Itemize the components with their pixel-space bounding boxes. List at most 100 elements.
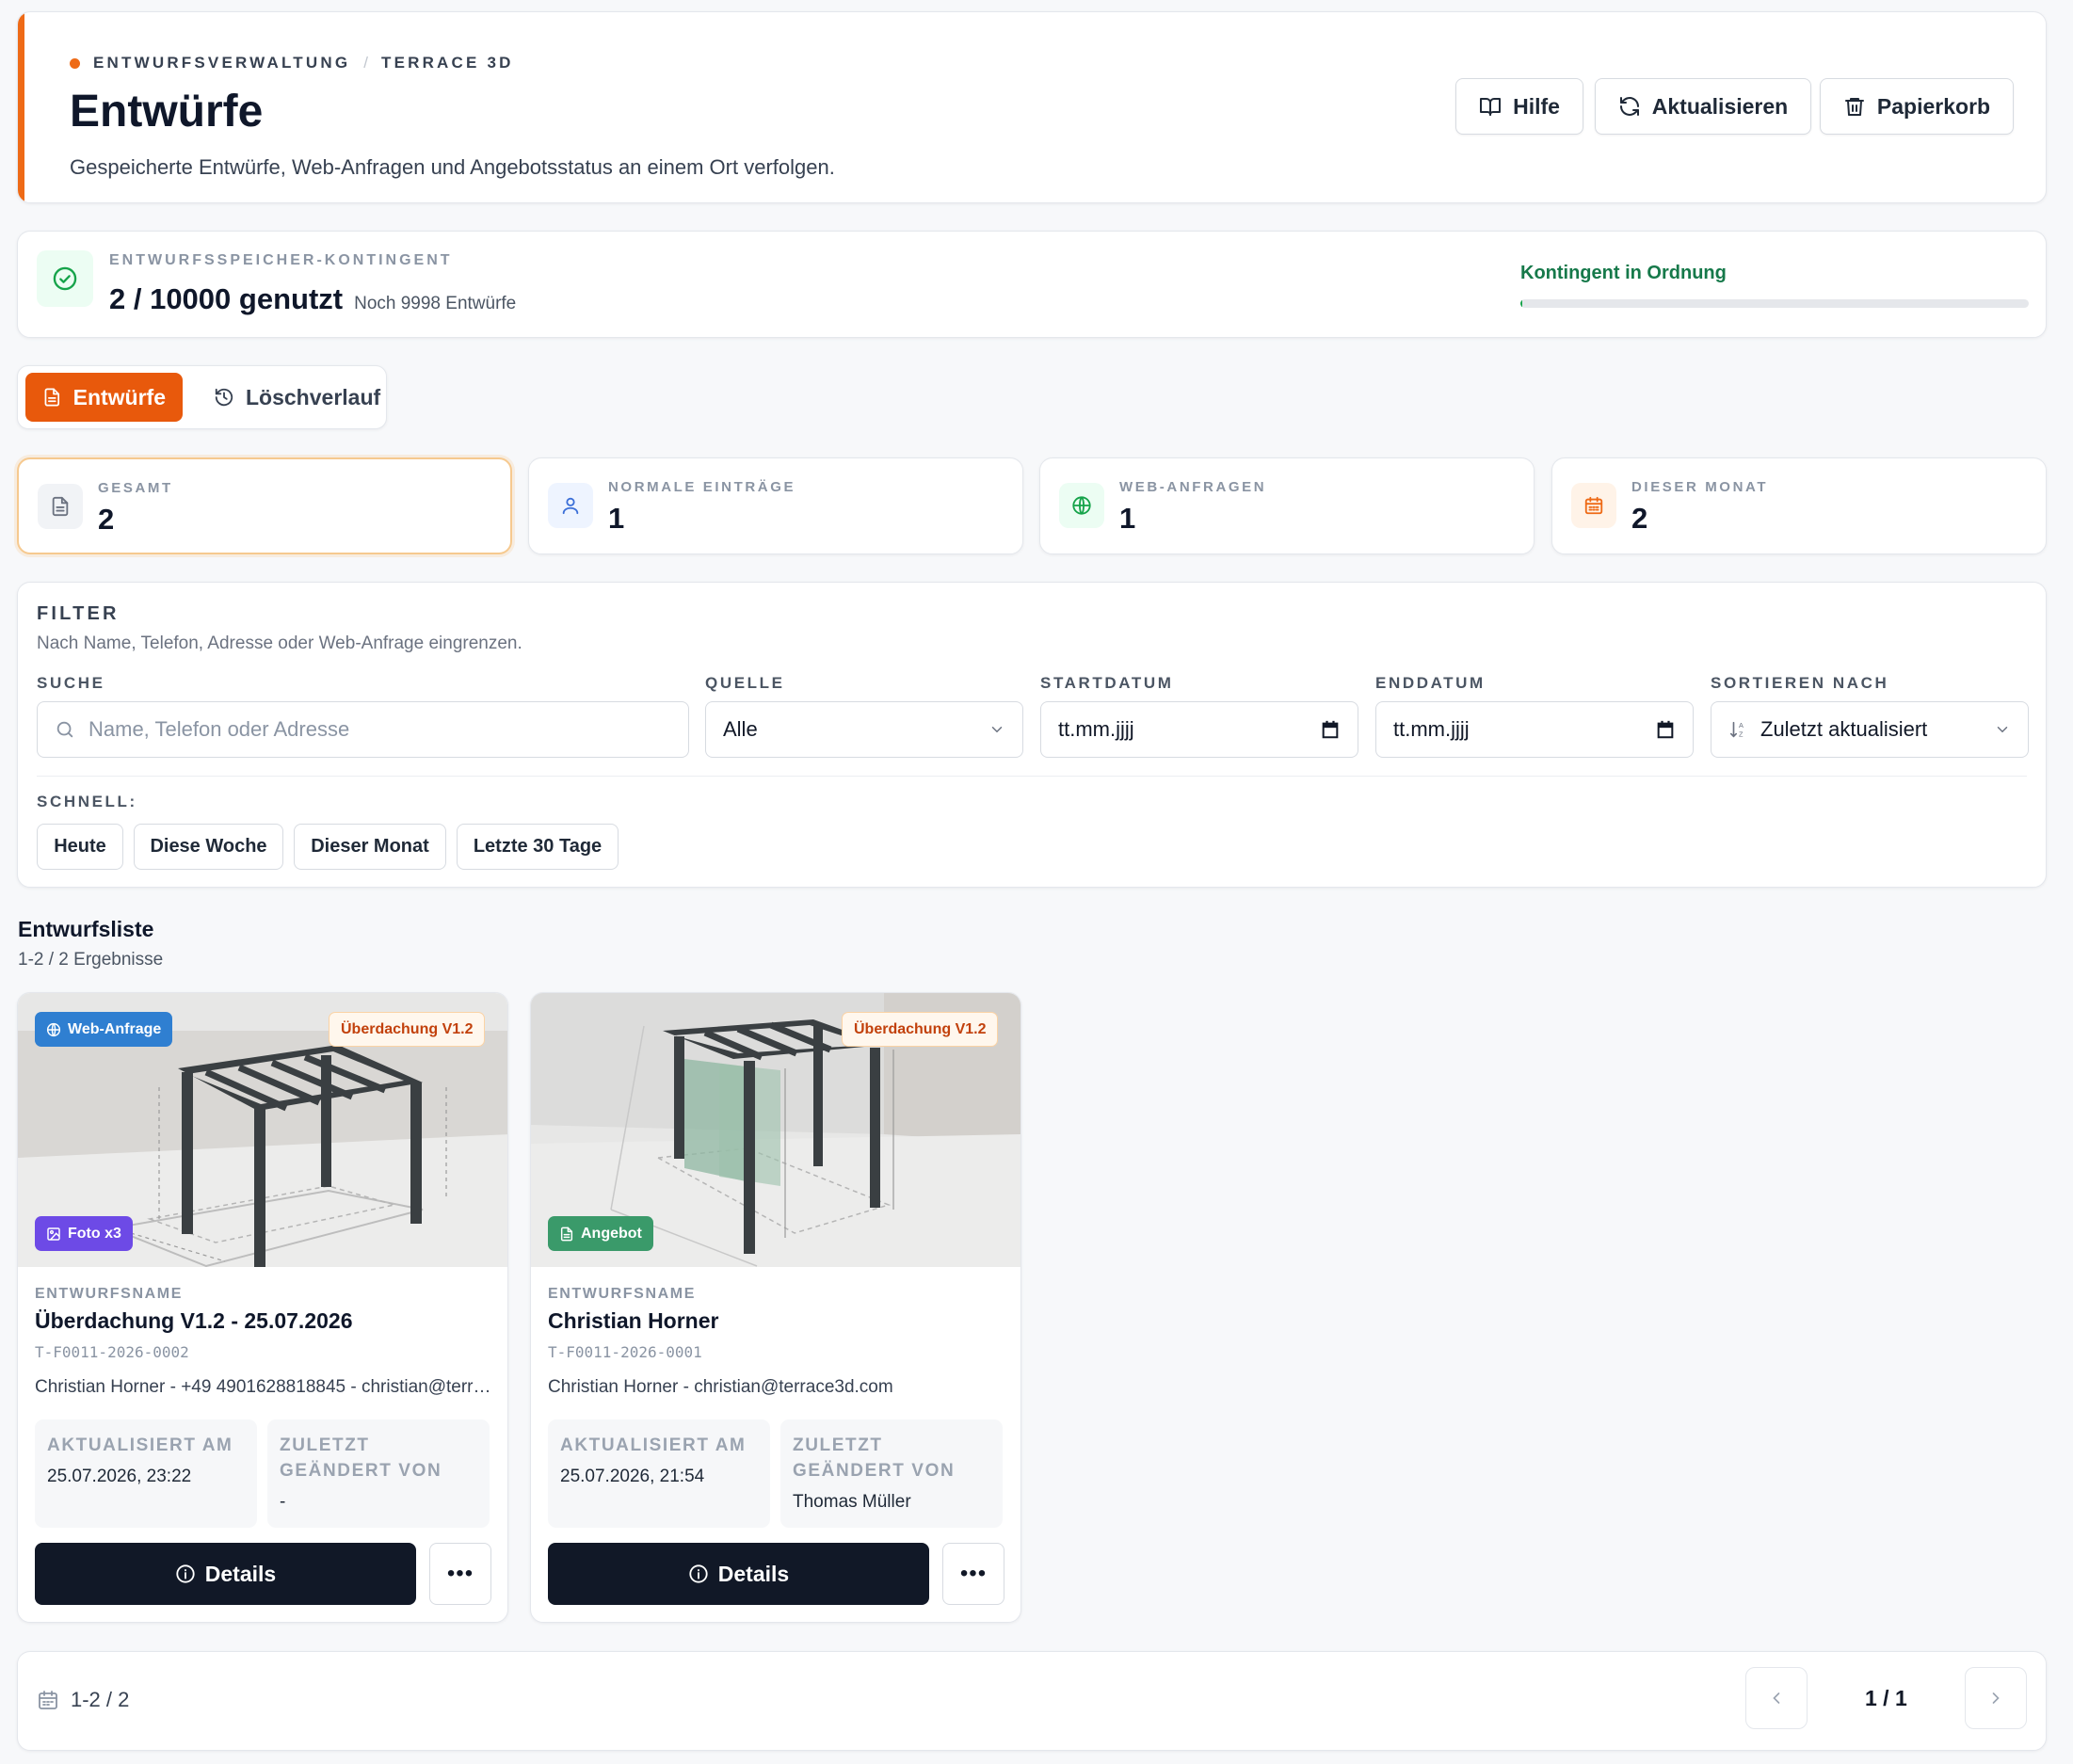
pagination-range: 1-2 / 2 [37,1688,129,1712]
filter-subtitle: Nach Name, Telefon, Adresse oder Web-Anf… [37,633,522,653]
quota-panel: ENTWURFSSPEICHER-KONTINGENT 2 / 10000 ge… [17,231,2047,338]
changed-by-value: - [280,1492,286,1512]
list-title: Entwurfsliste [18,917,154,941]
sort-icon: AZ [1729,721,1744,738]
calendar-icon[interactable] [1655,719,1676,740]
calendar-icon [1571,483,1616,528]
search-input[interactable]: Name, Telefon oder Adresse [37,701,689,758]
breadcrumb-item-terrace: TERRACE 3D [380,54,514,72]
search-placeholder: Name, Telefon oder Adresse [88,717,350,741]
calendar-icon [39,1691,57,1709]
stat-value: 1 [1119,502,1136,535]
quick-filter-this-month[interactable]: Dieser Monat [294,824,446,870]
refresh-button[interactable]: Aktualisieren [1595,78,1811,135]
offer-badge[interactable]: Angebot [548,1216,653,1251]
photo-badge-label: Foto x3 [68,1225,121,1242]
updated-at-box: AKTUALISIERT AM 25.07.2026, 23:22 [35,1419,257,1528]
draft-card[interactable]: Web-Anfrage Überdachung V1.2 Foto x3 ENT… [17,992,508,1623]
filter-divider [37,776,2027,777]
prev-page-button[interactable] [1745,1667,1808,1729]
updated-at-label: AKTUALISIERT AM [560,1435,747,1455]
details-button[interactable]: Details [35,1543,416,1605]
filter-title: FILTER [37,603,120,624]
more-options-button[interactable]: ••• [942,1543,1004,1605]
draft-contact: Christian Horner - +49 4901628818845 - c… [35,1377,492,1397]
trash-icon [1844,98,1864,116]
tab-drafts-label: Entwürfe [72,384,166,409]
trash-button-label: Papierkorb [1876,93,1991,119]
draft-name: Überdachung V1.2 - 25.07.2026 [35,1308,353,1333]
page-indicator: 1 / 1 [1865,1686,1907,1710]
stat-label: WEB-ANFRAGEN [1119,479,1267,495]
trash-button[interactable]: Papierkorb [1820,78,2014,135]
help-button[interactable]: Hilfe [1455,78,1583,135]
draft-contact: Christian Horner - christian@terrace3d.c… [548,1377,893,1397]
photo-badge[interactable]: Foto x3 [35,1216,133,1251]
stat-card-normal[interactable]: NORMALE EINTRÄGE 1 [528,457,1023,554]
help-button-label: Hilfe [1513,93,1560,119]
draft-name-label: ENTWURFSNAME [548,1286,696,1302]
globe-icon [46,1022,61,1036]
quota-progress-bar [1520,299,2029,308]
stat-value: 2 [1631,502,1648,535]
stat-card-web[interactable]: WEB-ANFRAGEN 1 [1039,457,1535,554]
refresh-button-label: Aktualisieren [1651,93,1789,119]
document-icon [44,388,60,407]
svg-text:A: A [1739,721,1744,730]
quick-filter-last-30-days[interactable]: Letzte 30 Tage [457,824,619,870]
tab-drafts[interactable]: Entwürfe [25,373,183,422]
calendar-icon[interactable] [1320,719,1341,740]
updated-at-value: 25.07.2026, 23:22 [47,1467,192,1486]
model-badge: Überdachung V1.2 [329,1012,486,1047]
pagination-bar: 1-2 / 2 1 / 1 [17,1651,2047,1751]
updated-at-label: AKTUALISIERT AM [47,1435,233,1455]
changed-by-label: ZULETZT GEÄNDERT VON [280,1435,442,1481]
details-button-label: Details [717,1561,790,1586]
stat-card-month[interactable]: DIESER MONAT 2 [1551,457,2047,554]
details-button-label: Details [204,1561,277,1586]
offer-badge-label: Angebot [581,1225,642,1242]
draft-card[interactable]: Überdachung V1.2 Angebot ENTWURFSNAME Ch… [530,992,1021,1623]
source-select[interactable]: Alle [705,701,1023,758]
details-button[interactable]: Details [548,1543,929,1605]
changed-by-box: ZULETZT GEÄNDERT VON - [267,1419,490,1528]
info-icon [689,1564,708,1583]
next-page-button[interactable] [1965,1667,2027,1729]
pagination-range-text: 1-2 / 2 [71,1688,130,1711]
stat-card-total[interactable]: GESAMT 2 [17,457,512,554]
end-date-placeholder: tt.mm.jjjj [1393,717,1470,741]
tab-delete-history[interactable]: Löschverlauf [197,373,397,422]
history-icon [215,388,233,407]
changed-by-box: ZULETZT GEÄNDERT VON Thomas Müller [780,1419,1003,1528]
quick-filter-this-week[interactable]: Diese Woche [134,824,283,870]
quota-label: ENTWURFSSPEICHER-KONTINGENT [109,252,453,268]
updated-at-value: 25.07.2026, 21:54 [560,1467,705,1486]
quick-filter-today[interactable]: Heute [37,824,123,870]
breadcrumb-separator: / [363,54,368,72]
stat-value: 1 [608,502,625,535]
more-options-button[interactable]: ••• [429,1543,491,1605]
sort-select-value: Zuletzt aktualisiert [1760,717,1928,741]
chevron-down-icon [991,727,1003,733]
user-icon [548,483,593,528]
updated-at-box: AKTUALISIERT AM 25.07.2026, 21:54 [548,1419,770,1528]
page-title: Entwürfe [70,87,264,136]
sort-select[interactable]: AZ Zuletzt aktualisiert [1711,701,2029,758]
document-icon [560,1227,573,1241]
quota-status: Kontingent in Ordnung [1520,263,1727,283]
header-accent-bar [18,12,24,202]
end-date-input[interactable]: tt.mm.jjjj [1375,701,1694,758]
image-icon [47,1227,60,1241]
check-circle-icon [37,250,93,307]
status-dot-icon [70,57,80,69]
page-header: ENTWURFSVERWALTUNG / TERRACE 3D Entwürfe… [17,11,2047,203]
stat-value: 2 [98,503,115,536]
breadcrumb-item-management[interactable]: ENTWURFSVERWALTUNG [93,54,350,72]
quick-filter-label: SCHNELL: [37,793,137,810]
web-request-badge-label: Web-Anfrage [68,1020,162,1037]
globe-icon [1059,483,1104,528]
view-tabs: Entwürfe Löschverlauf [17,365,387,429]
refresh-icon [1619,97,1639,116]
start-date-label: STARTDATUM [1040,674,1174,692]
start-date-input[interactable]: tt.mm.jjjj [1040,701,1358,758]
